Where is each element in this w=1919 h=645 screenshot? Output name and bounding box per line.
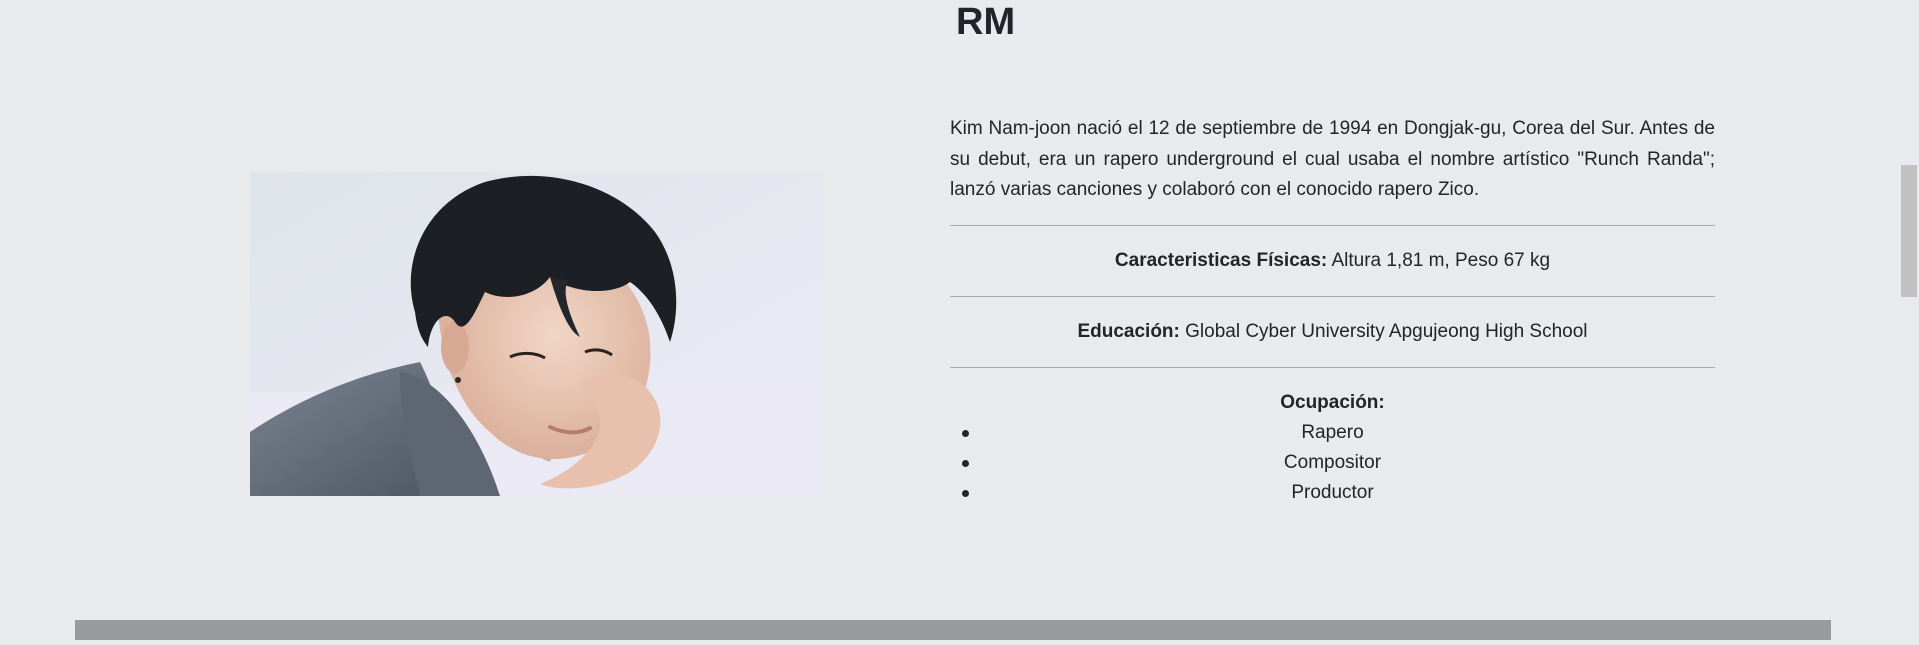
list-item: Rapero xyxy=(950,418,1715,448)
member-bio: Kim Nam-joon nació el 12 de septiembre d… xyxy=(950,118,1715,200)
physical-characteristics: Caracteristicas Físicas: Altura 1,81 m, … xyxy=(950,226,1715,296)
education-label: Educación: xyxy=(1077,320,1180,342)
occupation-list: Rapero Compositor Productor xyxy=(950,418,1715,508)
portrait-image xyxy=(250,172,824,496)
bullet-icon xyxy=(962,459,969,467)
list-item: Compositor xyxy=(950,448,1715,478)
list-item: Productor xyxy=(950,478,1715,508)
member-info: Kim Nam-joon nació el 12 de septiembre d… xyxy=(950,114,1715,508)
occupation-item: Rapero xyxy=(1301,421,1364,443)
member-photo xyxy=(250,172,824,496)
occupation-item: Productor xyxy=(1291,481,1374,503)
member-name: RM xyxy=(956,1,1016,43)
education-value: Global Cyber University Apgujeong High S… xyxy=(1179,320,1588,342)
scrollbar-thumb[interactable] xyxy=(1901,165,1917,297)
physical-value: Altura 1,81 m, Peso 67 kg xyxy=(1327,249,1551,271)
occupation-section: Ocupación: Rapero Compositor Productor xyxy=(950,368,1715,508)
bullet-icon xyxy=(962,429,969,437)
occupation-label: Ocupación: xyxy=(1280,391,1385,413)
bullet-icon xyxy=(962,489,969,497)
occupation-item: Compositor xyxy=(1283,451,1382,473)
scrollbar[interactable] xyxy=(1897,0,1919,645)
page: RM Kim Nam-joon nació el 12 de septiembr… xyxy=(0,0,1919,645)
footer-bar xyxy=(75,620,1831,640)
education: Educación: Global Cyber University Apguj… xyxy=(950,297,1715,367)
physical-label: Caracteristicas Físicas: xyxy=(1114,249,1328,271)
